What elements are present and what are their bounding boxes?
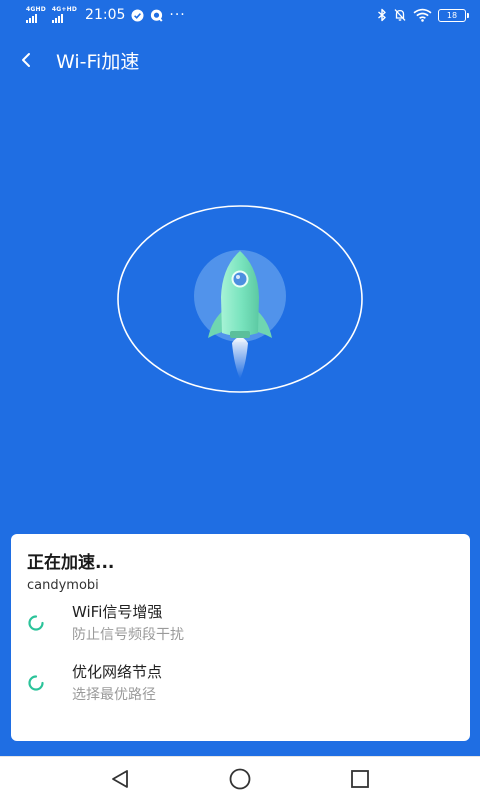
circle-home-icon bbox=[229, 768, 251, 790]
nav-recent-button[interactable] bbox=[347, 766, 373, 792]
nav-home-button[interactable] bbox=[227, 766, 253, 792]
network-type-1: 4GHD bbox=[26, 6, 46, 13]
page-title: Wi-Fi加速 bbox=[56, 50, 140, 73]
status-bar-left: 4GHD 4G+HD 21:05 ··· bbox=[26, 7, 186, 23]
message-icon bbox=[151, 9, 163, 22]
triangle-back-icon bbox=[112, 770, 128, 788]
network-type-2: 4G+HD bbox=[51, 6, 78, 13]
task-subtitle: 选择最优路径 bbox=[72, 687, 156, 703]
task-item-node-optimize: 优化网络节点 选择最优路径 bbox=[27, 662, 447, 710]
check-badge-icon bbox=[131, 9, 144, 21]
bluetooth-icon bbox=[378, 8, 386, 22]
chevron-left-icon bbox=[22, 53, 30, 67]
battery-indicator: 18 bbox=[438, 8, 469, 22]
wifi-icon bbox=[413, 8, 432, 22]
wifi-ssid: candymobi bbox=[27, 578, 99, 593]
signal-2: 4G+HD bbox=[51, 6, 78, 23]
status-bar-right: 18 bbox=[377, 8, 469, 22]
title-bar: Wi-Fi加速 bbox=[0, 40, 480, 80]
bell-off-icon bbox=[394, 9, 406, 21]
task-subtitle: 防止信号频段干扰 bbox=[72, 627, 184, 643]
square-recent-icon bbox=[351, 770, 369, 788]
signal-bars-icon bbox=[26, 14, 37, 23]
acceleration-card: 正在加速... candymobi WiFi信号增强 防止信号频段干扰 优化网络… bbox=[11, 534, 470, 741]
nav-back-button[interactable] bbox=[107, 766, 133, 792]
task-title: 优化网络节点 bbox=[72, 663, 163, 681]
back-button[interactable] bbox=[0, 40, 52, 80]
loading-spinner-icon bbox=[28, 675, 44, 691]
system-nav-bar bbox=[0, 756, 480, 800]
task-title: WiFi信号增强 bbox=[72, 603, 163, 621]
signal-bars-icon bbox=[51, 14, 63, 23]
status-bar: 4GHD 4G+HD 21:05 ··· 18 bbox=[0, 0, 480, 30]
task-item-signal-boost: WiFi信号增强 防止信号频段干扰 bbox=[27, 602, 447, 650]
more-notifications: ··· bbox=[169, 7, 186, 23]
acceleration-status: 正在加速... bbox=[27, 553, 115, 573]
signal-1: 4GHD bbox=[26, 7, 46, 23]
clock: 21:05 bbox=[85, 7, 126, 23]
acceleration-animation bbox=[116, 205, 364, 393]
loading-spinner-icon bbox=[28, 615, 44, 631]
